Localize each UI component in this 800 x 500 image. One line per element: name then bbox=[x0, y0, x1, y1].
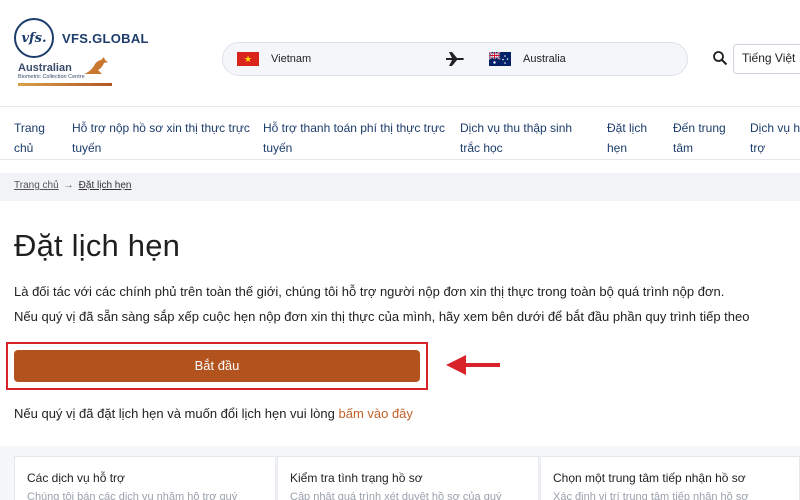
origin-label: Vietnam bbox=[271, 53, 312, 65]
nav-label: trắc học bbox=[460, 141, 503, 155]
card-subtitle: Chúng tôi bán các dịch vụ nhằm hỗ trợ qu… bbox=[27, 491, 238, 500]
nav-label: trợ bbox=[750, 141, 766, 155]
site-header: vfs. VFS.GLOBAL Australian Biometric Col… bbox=[0, 0, 800, 106]
vfs-logo-text: VFS.GLOBAL bbox=[62, 30, 149, 46]
reschedule-text: Nếu quý vị đã đặt lịch hẹn và muốn đổi l… bbox=[14, 406, 413, 421]
main-nav: Trang chủ Hỗ trợ nộp hồ sơ xin thị thực … bbox=[0, 106, 800, 160]
breadcrumb: Trang chủ → Đặt lịch hẹn bbox=[0, 173, 800, 201]
breadcrumb-home-link[interactable]: Trang chủ bbox=[14, 180, 59, 191]
nav-item-online-payment[interactable]: Hỗ trợ thanh toán phí thị thực trực tuyế… bbox=[263, 118, 445, 158]
start-button[interactable]: Bắt đầu bbox=[14, 350, 420, 382]
nav-label: tuyến bbox=[72, 141, 102, 155]
nav-label: Dịch vụ h bbox=[750, 121, 800, 135]
nav-label: Dịch vụ thu thập sinh bbox=[460, 121, 573, 135]
nav-item-support-services[interactable]: Dịch vụ h trợ bbox=[750, 118, 800, 158]
australia-flag-icon bbox=[489, 52, 511, 66]
nav-label: tâm bbox=[673, 141, 694, 155]
nav-label: chủ bbox=[14, 141, 34, 155]
nav-label: hẹn bbox=[607, 141, 628, 155]
language-select[interactable]: Tiếng Việt bbox=[733, 44, 800, 74]
nav-item-biometrics[interactable]: Dịch vụ thu thập sinh trắc học bbox=[460, 118, 572, 158]
nav-item-home[interactable]: Trang chủ bbox=[14, 118, 45, 158]
kangaroo-icon bbox=[84, 57, 108, 74]
card-title: Các dịch vụ hỗ trợ bbox=[27, 471, 125, 485]
vfs-logo[interactable]: vfs. VFS.GLOBAL bbox=[14, 18, 149, 58]
origin-country[interactable]: ★ Vietnam bbox=[237, 52, 311, 66]
nav-label: tuyến bbox=[263, 141, 293, 155]
card-track-application[interactable]: Kiểm tra tình trạng hồ sơ Cập nhật quá t… bbox=[277, 456, 539, 500]
annotation-arrow-icon bbox=[446, 355, 500, 375]
abcc-logo: Australian Biometric Collection Centre bbox=[18, 57, 112, 98]
intro-text: Là đối tác với các chính phủ trên toàn t… bbox=[14, 284, 725, 299]
breadcrumb-arrow-icon: → bbox=[63, 180, 74, 191]
nav-label: Đặt lịch bbox=[607, 121, 648, 135]
card-subtitle: Xác định vị trí trung tâm tiếp nhận hồ s… bbox=[553, 491, 749, 500]
route-selector[interactable]: ★ Vietnam Australia bbox=[222, 42, 688, 76]
breadcrumb-current: Đặt lịch hẹn bbox=[78, 180, 132, 191]
vfs-logo-mark: vfs. bbox=[14, 18, 54, 58]
nav-label: Trang bbox=[14, 121, 45, 135]
destination-label: Australia bbox=[523, 53, 566, 65]
card-title: Chọn một trung tâm tiếp nhận hồ sơ bbox=[553, 471, 746, 485]
search-icon[interactable] bbox=[712, 50, 728, 66]
nav-item-visit-centre[interactable]: Đến trung tâm bbox=[673, 118, 726, 158]
nav-item-online-application[interactable]: Hỗ trợ nộp hồ sơ xin thị thực trực tuyến bbox=[72, 118, 250, 158]
card-title: Kiểm tra tình trạng hồ sơ bbox=[290, 471, 423, 485]
card-choose-centre[interactable]: Chọn một trung tâm tiếp nhận hồ sơ Xác đ… bbox=[540, 456, 800, 500]
intro-text: Nếu quý vị đã sẵn sàng sắp xếp cuộc hẹn … bbox=[14, 309, 750, 324]
reschedule-link[interactable]: bấm vào đây bbox=[338, 406, 412, 421]
card-subtitle: Cập nhật quá trình xét duyệt hồ sơ của q… bbox=[290, 491, 502, 500]
card-support-services[interactable]: Các dịch vụ hỗ trợ Chúng tôi bán các dịc… bbox=[14, 456, 276, 500]
reschedule-label: Nếu quý vị đã đặt lịch hẹn và muốn đổi l… bbox=[14, 406, 339, 421]
nav-label: Đến trung bbox=[673, 121, 726, 135]
nav-label: Hỗ trợ thanh toán phí thị thực trực bbox=[263, 121, 446, 135]
abcc-underline bbox=[18, 83, 112, 86]
nav-item-appointment[interactable]: Đặt lịch hẹn bbox=[607, 118, 647, 158]
page-title: Đặt lịch hẹn bbox=[14, 228, 181, 263]
airplane-icon bbox=[446, 52, 464, 66]
vietnam-flag-icon: ★ bbox=[237, 52, 259, 66]
destination-country[interactable]: Australia bbox=[489, 52, 566, 66]
nav-label: Hỗ trợ nộp hồ sơ xin thị thực trực bbox=[72, 121, 250, 135]
